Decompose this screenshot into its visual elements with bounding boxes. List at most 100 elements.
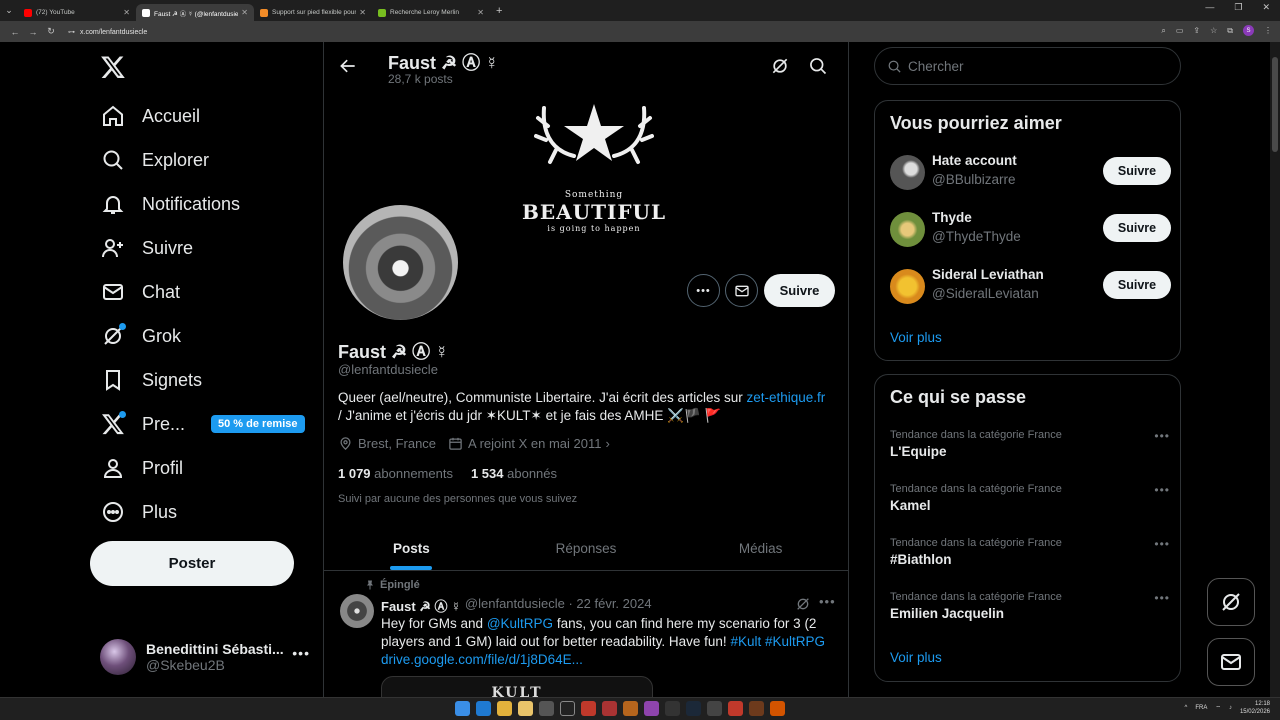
follow-button[interactable]: Suivre xyxy=(1103,271,1171,299)
trend-item[interactable]: Tendance dans la catégorie France L'Equi… xyxy=(890,429,1170,459)
hashtag-links[interactable]: #Kult #KultRPG xyxy=(730,634,825,649)
close-icon[interactable]: ✕ xyxy=(241,8,248,17)
forward-icon[interactable]: → xyxy=(24,27,42,37)
followers-link[interactable]: 1 534 abonnés xyxy=(471,466,557,481)
browser-tab-youtube[interactable]: (72) YouTube ✕ xyxy=(18,4,136,21)
close-icon[interactable]: ✕ xyxy=(477,8,484,17)
trend-item[interactable]: Tendance dans la catégorie France #Biath… xyxy=(890,537,1170,567)
more-button[interactable]: ••• xyxy=(687,274,720,307)
tweet-handle-date[interactable]: @lenfantdusiecle · 22 févr. 2024 xyxy=(465,596,652,615)
nav-item-notifications[interactable]: Notifications xyxy=(100,184,240,224)
suggestion-item[interactable]: Hate account @BBulbizarre Suivre xyxy=(890,153,1171,193)
follow-button[interactable]: Suivre xyxy=(764,274,835,307)
follow-button[interactable]: Suivre xyxy=(1103,157,1171,185)
close-icon[interactable]: ✕ xyxy=(123,8,130,17)
bio-link[interactable]: zet-ethique.fr xyxy=(747,390,826,405)
minimize-icon[interactable]: — xyxy=(1205,2,1214,13)
clock[interactable]: 12:18 15/02/2026 xyxy=(1240,700,1270,716)
terminal-icon[interactable] xyxy=(560,701,575,716)
tab-search-icon[interactable]: ⌄ xyxy=(0,0,18,21)
more-horizontal-icon[interactable]: ••• xyxy=(819,594,836,609)
tweet-media[interactable]: KULT xyxy=(381,676,653,697)
file-explorer-icon[interactable] xyxy=(518,701,533,716)
app-icon[interactable] xyxy=(707,701,722,716)
grok-floating-button[interactable] xyxy=(1207,578,1255,626)
page-scrollbar[interactable] xyxy=(1270,42,1280,697)
steam-icon[interactable] xyxy=(686,701,701,716)
grok-icon[interactable] xyxy=(795,596,811,612)
app-icon[interactable] xyxy=(623,701,638,716)
app-icon[interactable] xyxy=(644,701,659,716)
premium-discount-badge[interactable]: 50 % de remise xyxy=(211,415,305,433)
mention-link[interactable]: @KultRPG xyxy=(487,616,553,631)
nav-item-grok[interactable]: Grok xyxy=(100,316,181,356)
browser-menu-icon[interactable]: ⋮ xyxy=(1264,26,1272,35)
tweet-author-name[interactable]: Faust ☭ Ⓐ ☿ xyxy=(381,596,461,615)
voir-plus-link[interactable]: Voir plus xyxy=(890,330,942,345)
zoom-icon[interactable]: ⌕ xyxy=(1161,26,1165,36)
suggestion-item[interactable]: Sideral Leviathan @SideralLeviatan Suivr… xyxy=(890,267,1171,307)
browser-tab-leroy-merlin[interactable]: Recherche Leroy Merlin ✕ xyxy=(372,4,490,21)
app-icon[interactable] xyxy=(770,701,785,716)
volume-icon[interactable]: ♪ xyxy=(1229,705,1232,711)
store-icon[interactable] xyxy=(539,701,554,716)
app-icon[interactable] xyxy=(602,701,617,716)
app-icon[interactable] xyxy=(728,701,743,716)
search-icon[interactable] xyxy=(808,56,828,76)
share-icon[interactable]: ⇪ xyxy=(1193,26,1200,35)
close-window-icon[interactable]: ✕ xyxy=(1262,2,1270,13)
message-button[interactable] xyxy=(725,274,758,307)
x-logo-icon[interactable] xyxy=(100,54,126,80)
windows-start-icon[interactable] xyxy=(455,701,470,716)
browser-tab-support[interactable]: Support sur pied flexible pour tab... ✕ xyxy=(254,4,372,21)
tab-reponses[interactable]: Réponses xyxy=(499,527,674,570)
nav-item-signets[interactable]: Signets xyxy=(100,360,202,400)
grok-icon[interactable] xyxy=(770,56,790,76)
nav-item-chat[interactable]: Chat xyxy=(100,272,180,312)
voir-plus-link[interactable]: Voir plus xyxy=(890,650,942,665)
chrome-icon[interactable] xyxy=(497,701,512,716)
scrollbar-thumb[interactable] xyxy=(1272,57,1278,152)
reload-icon[interactable]: ↻ xyxy=(42,26,60,37)
account-switcher[interactable]: Benedittini Sébasti... @Skebeu2B ••• xyxy=(100,637,310,677)
tweet-url-link[interactable]: drive.google.com/file/d/1j8D64E... xyxy=(381,652,583,667)
bookmark-star-icon[interactable]: ☆ xyxy=(1210,26,1217,35)
profile-banner[interactable]: Something BEAUTIFUL is going to happen xyxy=(504,96,684,256)
more-horizontal-icon[interactable]: ••• xyxy=(1154,537,1170,551)
nav-item-profil[interactable]: Profil xyxy=(100,448,183,488)
edge-icon[interactable] xyxy=(476,701,491,716)
nav-item-premium[interactable]: Pre... 50 % de remise xyxy=(100,404,305,444)
app-icon[interactable] xyxy=(749,701,764,716)
messages-floating-button[interactable] xyxy=(1207,638,1255,686)
close-icon[interactable]: ✕ xyxy=(359,8,366,17)
nav-item-explorer[interactable]: Explorer xyxy=(100,140,209,180)
nav-item-plus[interactable]: Plus xyxy=(100,492,177,532)
trend-item[interactable]: Tendance dans la catégorie France Kamel … xyxy=(890,483,1170,513)
following-link[interactable]: 1 079 abonnements xyxy=(338,466,453,481)
browser-tab-x[interactable]: Faust ☭ Ⓐ ☿ (@lenfantdusiecle) / X ✕ xyxy=(136,4,254,21)
profile-avatar[interactable] xyxy=(341,203,460,322)
profile-joined[interactable]: A rejoint X en mai 2011 › xyxy=(448,436,610,451)
tray-chevron-icon[interactable]: ^ xyxy=(1185,705,1188,711)
nav-item-suivre[interactable]: Suivre xyxy=(100,228,193,268)
back-arrow-icon[interactable] xyxy=(338,56,358,76)
language-indicator[interactable]: FRA xyxy=(1195,705,1207,711)
network-icon[interactable]: ⌔ xyxy=(1215,704,1221,712)
suggestion-item[interactable]: Thyde @ThydeThyde Suivre xyxy=(890,210,1171,250)
tab-medias[interactable]: Médias xyxy=(673,527,848,570)
follow-button[interactable]: Suivre xyxy=(1103,214,1171,242)
maximize-icon[interactable]: ❐ xyxy=(1234,2,1242,13)
new-tab-icon[interactable]: + xyxy=(496,5,502,17)
url-field[interactable]: ⊶ x.com/lenfantdusiecle xyxy=(68,28,147,36)
more-horizontal-icon[interactable]: ••• xyxy=(1154,591,1170,605)
more-horizontal-icon[interactable]: ••• xyxy=(292,645,310,661)
app-icon[interactable] xyxy=(665,701,680,716)
tab-posts[interactable]: Posts xyxy=(324,527,499,570)
nav-item-accueil[interactable]: Accueil xyxy=(100,96,200,136)
trend-item[interactable]: Tendance dans la catégorie France Emilie… xyxy=(890,591,1170,621)
search-input[interactable]: Chercher xyxy=(874,47,1181,85)
browser-profile-avatar[interactable]: S xyxy=(1243,25,1254,36)
site-info-icon[interactable]: ⊶ xyxy=(68,29,75,36)
app-icon[interactable] xyxy=(581,701,596,716)
avatar[interactable] xyxy=(340,594,374,628)
